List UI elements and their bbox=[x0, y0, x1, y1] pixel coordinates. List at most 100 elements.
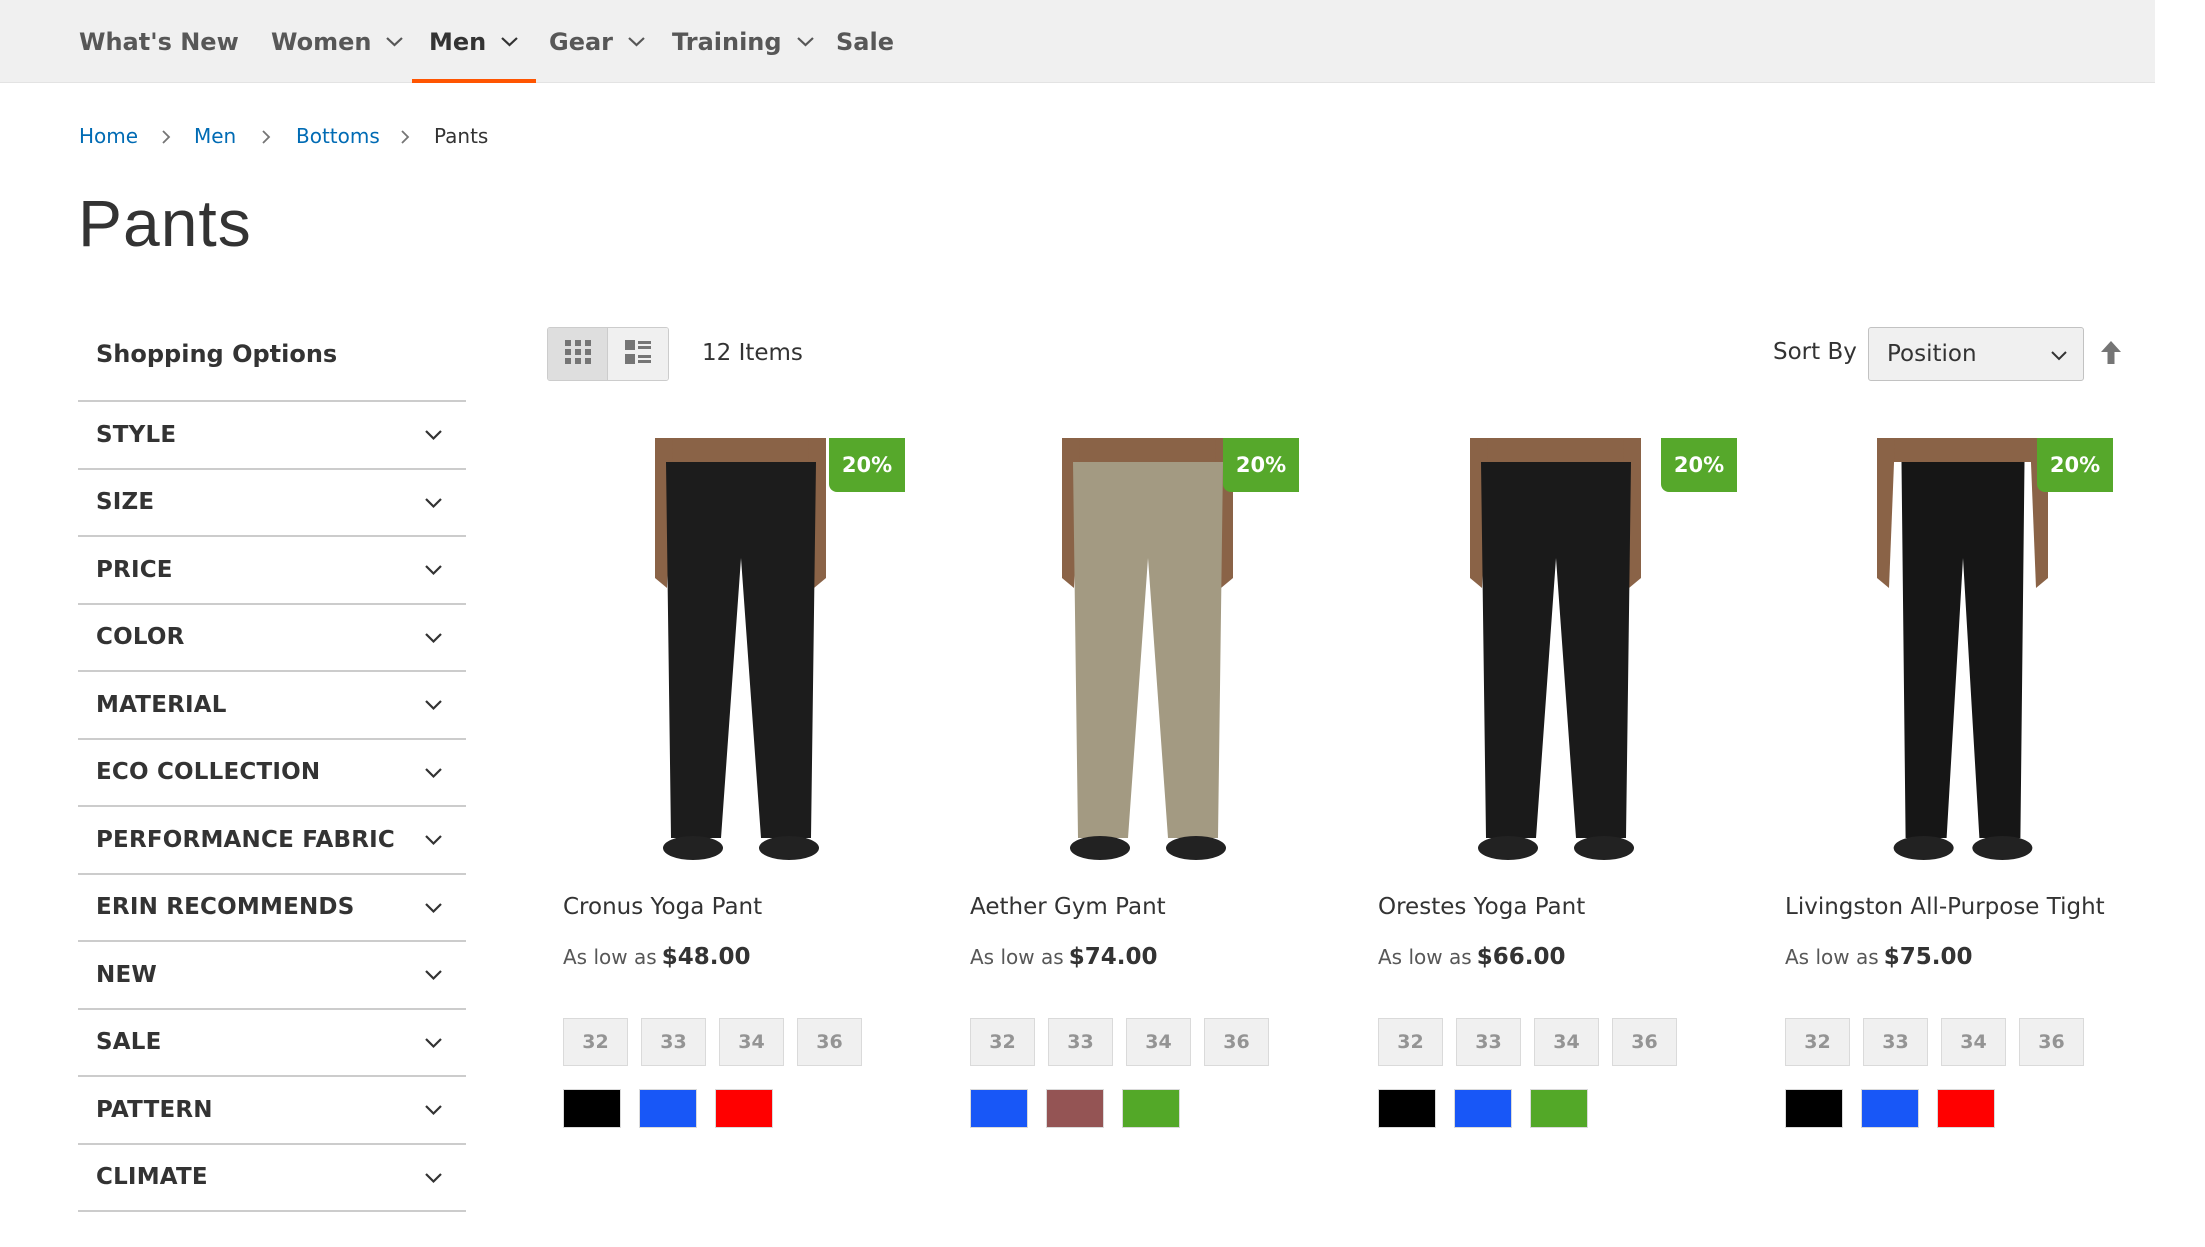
chevron-down-icon bbox=[423, 627, 444, 648]
filter-material[interactable]: MATERIAL bbox=[78, 672, 466, 740]
filter-label: ERIN RECOMMENDS bbox=[96, 894, 355, 921]
nav-item-label: Gear bbox=[549, 27, 614, 56]
filter-climate[interactable]: CLIMATE bbox=[78, 1145, 466, 1212]
size-option[interactable]: 32 bbox=[970, 1018, 1035, 1066]
chevron-right-icon bbox=[259, 128, 273, 146]
nav-item-training[interactable]: Training bbox=[672, 0, 815, 83]
product-name-link[interactable]: Livingston All-Purpose Tight bbox=[1785, 894, 2105, 920]
color-swatch[interactable] bbox=[1122, 1089, 1180, 1128]
size-option[interactable]: 32 bbox=[563, 1018, 628, 1066]
chevron-down-icon bbox=[423, 424, 444, 445]
grid-view-icon bbox=[564, 340, 591, 368]
items-count: 12 Items bbox=[702, 340, 803, 366]
color-swatch[interactable] bbox=[1454, 1089, 1512, 1128]
size-option[interactable]: 34 bbox=[719, 1018, 784, 1066]
filter-list: STYLE SIZE PRICE COLOR MATERIAL ECO COLLECTIO… bbox=[78, 400, 466, 1212]
discount-badge: 20% bbox=[829, 438, 905, 492]
size-option[interactable]: 33 bbox=[1863, 1018, 1928, 1066]
size-option[interactable]: 36 bbox=[1612, 1018, 1677, 1066]
nav-item-women[interactable]: Women bbox=[271, 0, 404, 83]
nav-item-sale[interactable]: Sale bbox=[836, 0, 894, 83]
filter-label: PATTERN bbox=[96, 1096, 213, 1123]
chevron-right-icon bbox=[159, 128, 173, 146]
discount-badge: 20% bbox=[1661, 438, 1737, 492]
filter-performance-fabric[interactable]: PERFORMANCE FABRIC bbox=[78, 807, 466, 875]
nav-item-label: Training bbox=[672, 27, 782, 56]
size-option[interactable]: 33 bbox=[1048, 1018, 1113, 1066]
price-value: $66.00 bbox=[1476, 944, 1566, 970]
color-swatch[interactable] bbox=[1378, 1089, 1436, 1128]
size-option[interactable]: 34 bbox=[1126, 1018, 1191, 1066]
product-price: As low as $75.00 bbox=[1785, 944, 1973, 970]
chevron-down-icon bbox=[423, 829, 444, 850]
chevron-down-icon bbox=[423, 559, 444, 580]
color-swatch[interactable] bbox=[1046, 1089, 1104, 1128]
list-view-button[interactable] bbox=[608, 328, 668, 380]
chevron-down-icon bbox=[423, 897, 444, 918]
product-image[interactable] bbox=[1785, 438, 2140, 880]
chevron-down-icon bbox=[627, 32, 646, 51]
view-mode-toggle bbox=[547, 327, 669, 381]
filter-size[interactable]: SIZE bbox=[78, 470, 466, 537]
chevron-right-icon bbox=[398, 128, 412, 146]
nav-item-gear[interactable]: Gear bbox=[549, 0, 646, 83]
product-name-link[interactable]: Cronus Yoga Pant bbox=[563, 894, 762, 920]
size-option[interactable]: 36 bbox=[797, 1018, 862, 1066]
size-option[interactable]: 34 bbox=[1941, 1018, 2006, 1066]
chevron-down-icon bbox=[385, 32, 404, 51]
breadcrumb-bottoms[interactable]: Bottoms bbox=[296, 124, 380, 148]
chevron-down-icon bbox=[2049, 345, 2069, 365]
size-option[interactable]: 33 bbox=[641, 1018, 706, 1066]
filter-eco-collection[interactable]: ECO COLLECTION bbox=[78, 740, 466, 807]
product-image[interactable] bbox=[1378, 438, 1733, 880]
size-options: 32 33 34 36 bbox=[1378, 1018, 1677, 1066]
product-price: As low as $66.00 bbox=[1378, 944, 1566, 970]
filter-erin-recommends[interactable]: ERIN RECOMMENDS bbox=[78, 875, 466, 942]
grid-view-button[interactable] bbox=[548, 328, 609, 380]
product-name-link[interactable]: Orestes Yoga Pant bbox=[1378, 894, 1585, 920]
color-swatch[interactable] bbox=[1785, 1089, 1843, 1128]
filter-sale[interactable]: SALE bbox=[78, 1010, 466, 1077]
color-swatch[interactable] bbox=[715, 1089, 773, 1128]
size-option[interactable]: 34 bbox=[1534, 1018, 1599, 1066]
discount-badge: 20% bbox=[1223, 438, 1299, 492]
nav-item-men[interactable]: Men bbox=[411, 0, 537, 83]
size-option[interactable]: 32 bbox=[1785, 1018, 1850, 1066]
chevron-down-icon bbox=[423, 1032, 444, 1053]
filter-color[interactable]: COLOR bbox=[78, 605, 466, 672]
size-option[interactable]: 36 bbox=[2019, 1018, 2084, 1066]
chevron-down-icon bbox=[423, 964, 444, 985]
color-swatch[interactable] bbox=[563, 1089, 621, 1128]
product-name-link[interactable]: Aether Gym Pant bbox=[970, 894, 1166, 920]
sort-by-value: Position bbox=[1887, 341, 1977, 367]
shopping-options-heading: Shopping Options bbox=[96, 340, 338, 368]
chevron-down-icon bbox=[423, 694, 444, 715]
filter-price[interactable]: PRICE bbox=[78, 537, 466, 605]
filter-new[interactable]: NEW bbox=[78, 942, 466, 1010]
chevron-down-icon bbox=[423, 492, 444, 513]
nav-item-whats-new[interactable]: What's New bbox=[79, 0, 239, 83]
nav-item-label: Men bbox=[429, 27, 487, 56]
breadcrumb-men[interactable]: Men bbox=[194, 124, 236, 148]
price-value: $74.00 bbox=[1068, 944, 1158, 970]
color-swatch[interactable] bbox=[1937, 1089, 1995, 1128]
color-swatch[interactable] bbox=[970, 1089, 1028, 1128]
product-image[interactable] bbox=[970, 438, 1325, 880]
filter-style[interactable]: STYLE bbox=[78, 402, 466, 470]
product-price: As low as $48.00 bbox=[563, 944, 751, 970]
product-image[interactable] bbox=[563, 438, 918, 880]
chevron-down-icon bbox=[423, 1167, 444, 1188]
size-option[interactable]: 32 bbox=[1378, 1018, 1443, 1066]
price-prefix: As low as bbox=[1378, 945, 1472, 969]
price-prefix: As low as bbox=[1785, 945, 1879, 969]
sort-direction-button[interactable] bbox=[2100, 340, 2122, 366]
size-option[interactable]: 33 bbox=[1456, 1018, 1521, 1066]
filter-pattern[interactable]: PATTERN bbox=[78, 1077, 466, 1145]
nav-item-label: Sale bbox=[836, 27, 894, 56]
color-swatch[interactable] bbox=[1861, 1089, 1919, 1128]
sort-by-select[interactable]: Position bbox=[1868, 327, 2084, 381]
size-option[interactable]: 36 bbox=[1204, 1018, 1269, 1066]
color-swatch[interactable] bbox=[1530, 1089, 1588, 1128]
color-swatch[interactable] bbox=[639, 1089, 697, 1128]
breadcrumb-home[interactable]: Home bbox=[79, 124, 138, 148]
